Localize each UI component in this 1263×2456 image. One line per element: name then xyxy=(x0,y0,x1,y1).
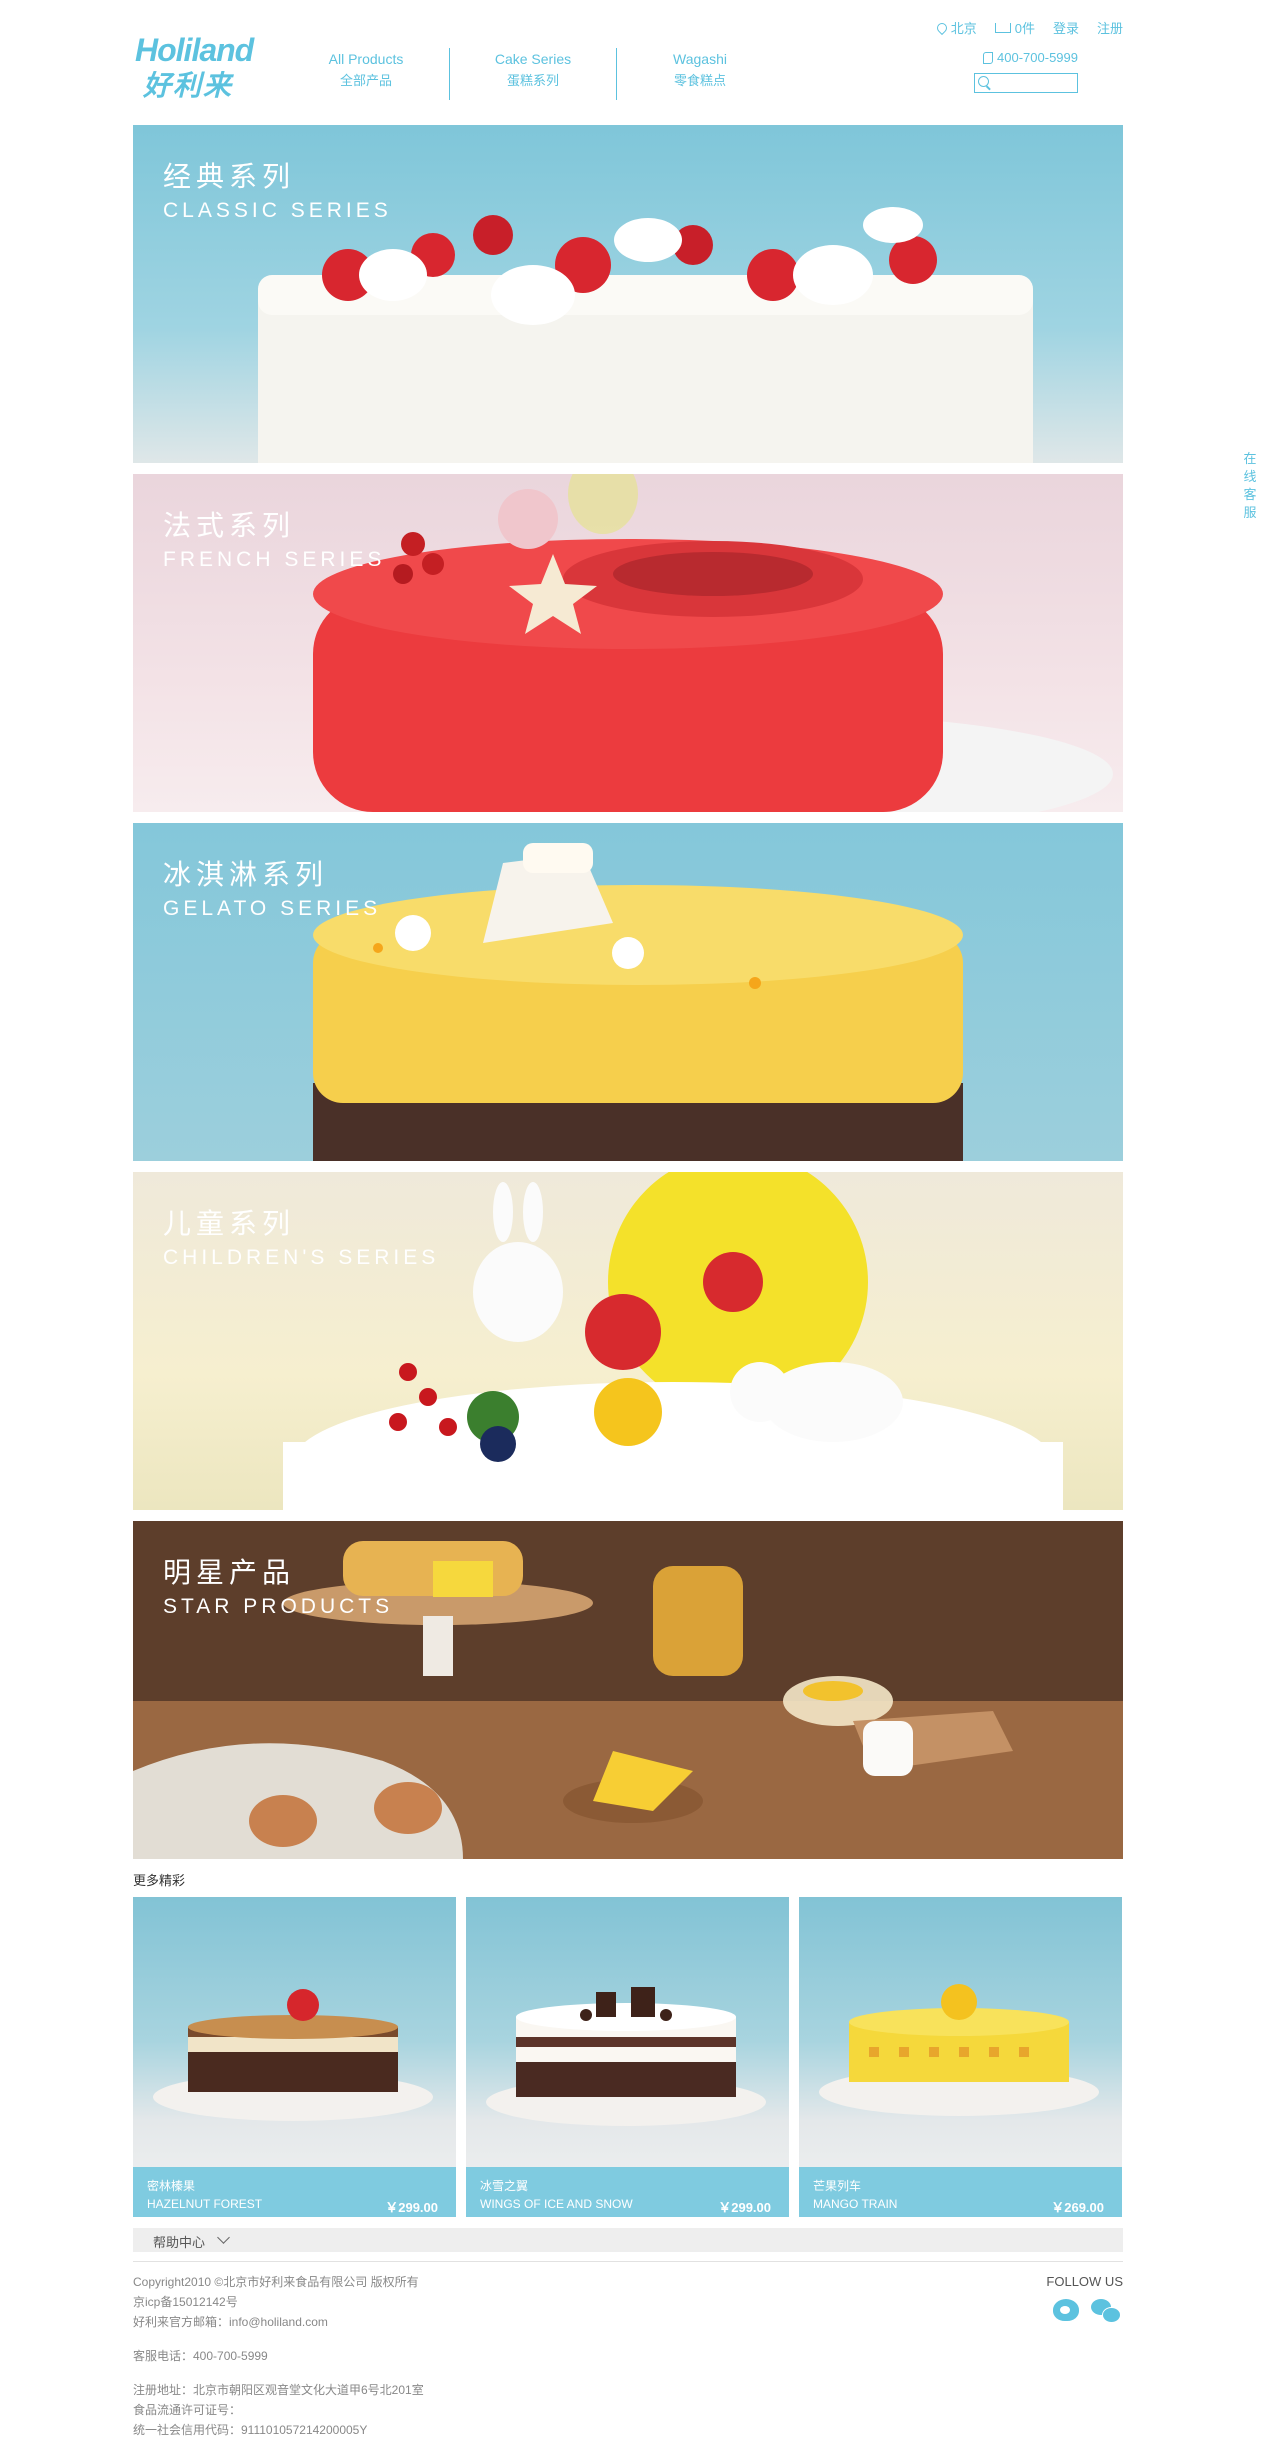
banner-childrens-series[interactable]: 儿童系列 CHILDREN'S SERIES xyxy=(133,1172,1123,1510)
nav-cake-series-en: Cake Series xyxy=(494,51,572,67)
city-selector[interactable]: 北京 xyxy=(934,18,977,37)
product-info: 芒果列车 MANGO TRAIN ￥269.00 xyxy=(799,2167,1122,2217)
cart-link[interactable]: 0件 xyxy=(994,18,1035,37)
product-price: ￥299.00 xyxy=(718,2200,771,2215)
nav-wagashi[interactable]: Wagashi 零食糕点 xyxy=(617,48,783,100)
banner-title-en: STAR PRODUCTS xyxy=(163,1595,394,1618)
cart-icon xyxy=(994,22,1011,33)
product-grid: 密林榛果 HAZELNUT FOREST ￥299.00 冰雪之翼 WINGS … xyxy=(133,1897,1123,2217)
banner-title-cn: 法式系列 xyxy=(163,510,296,541)
nav-cake-series-cn: 蛋糕系列 xyxy=(506,73,559,88)
product-name-cn: 芒果列车 xyxy=(813,2179,862,2193)
main-nav: All Products 全部产品 Cake Series 蛋糕系列 Wagas… xyxy=(283,48,783,100)
search-box xyxy=(974,73,1078,93)
nav-all-products-cn: 全部产品 xyxy=(339,73,392,88)
banner-title-cn: 明星产品 xyxy=(163,1557,296,1588)
banner-french-series[interactable]: 法式系列 FRENCH SERIES xyxy=(133,474,1123,812)
license-text: 食品流通许可证号： xyxy=(133,2403,242,2417)
mango-cake-image xyxy=(819,1984,1099,2116)
product-card[interactable]: 芒果列车 MANGO TRAIN ￥269.00 xyxy=(799,1897,1122,2217)
cart-count: 0件 xyxy=(1014,21,1035,36)
help-center-label: 帮助中心 xyxy=(153,2235,206,2250)
search-input[interactable] xyxy=(995,75,1077,93)
product-price: ￥299.00 xyxy=(385,2200,438,2215)
footer-divider xyxy=(133,2261,1123,2262)
nav-cake-series[interactable]: Cake Series 蛋糕系列 xyxy=(450,48,617,100)
chevron-down-icon xyxy=(217,2231,230,2244)
banner-star-products[interactable]: 明星产品 STAR PRODUCTS xyxy=(133,1521,1123,1859)
banner-title-en: GELATO SERIES xyxy=(163,897,382,920)
credit-code-text: 统一社会信用代码：911101057214200005Y xyxy=(133,2423,368,2437)
login-link[interactable]: 登录 xyxy=(1053,18,1079,37)
more-section-title: 更多精彩 xyxy=(133,1873,186,1888)
product-name-en: MANGO TRAIN xyxy=(813,2197,898,2211)
hazelnut-cake-image xyxy=(153,1989,433,2121)
holiland-logo[interactable]: Holiland 好利来 xyxy=(133,30,283,101)
nav-all-products-en: All Products xyxy=(328,51,404,67)
product-name-cn: 密林榛果 xyxy=(147,2179,196,2193)
product-card[interactable]: 密林榛果 HAZELNUT FOREST ￥299.00 xyxy=(133,1897,456,2217)
weibo-icon[interactable] xyxy=(1053,2299,1079,2321)
banner-title-cn: 儿童系列 xyxy=(163,1208,296,1239)
service-phone-text: 客服电话：400-700-5999 xyxy=(133,2349,268,2363)
copyright-text: Copyright2010 ©北京市好利来食品有限公司 版权所有 xyxy=(133,2275,419,2289)
hotline: 400-700-5999 xyxy=(983,50,1078,65)
product-price: ￥269.00 xyxy=(1051,2200,1104,2215)
product-name-cn: 冰雪之翼 xyxy=(480,2179,529,2193)
banner-title-en: CHILDREN'S SERIES xyxy=(163,1246,440,1269)
hotline-number: 400-700-5999 xyxy=(997,50,1078,65)
location-pin-icon xyxy=(934,20,949,35)
search-icon[interactable] xyxy=(978,76,989,87)
footer-info: Copyright2010 ©北京市好利来食品有限公司 版权所有 京icp备15… xyxy=(133,2272,424,2440)
product-name-en: HAZELNUT FOREST xyxy=(147,2197,263,2211)
city-label: 北京 xyxy=(950,21,977,36)
banner-title-cn: 冰淇淋系列 xyxy=(163,859,329,890)
online-service-tab[interactable]: 在线客服 xyxy=(1243,450,1257,522)
nav-wagashi-en: Wagashi xyxy=(673,51,727,67)
top-links: 北京 0件 登录 注册 xyxy=(934,18,1123,37)
phone-icon xyxy=(983,51,994,64)
follow-us-label: FOLLOW US xyxy=(1046,2274,1123,2289)
icp-text: 京icp备15012142号 xyxy=(133,2295,238,2309)
banner-title-cn: 经典系列 xyxy=(163,161,296,192)
banner-title-en: FRENCH SERIES xyxy=(163,548,386,571)
banner-gelato-series[interactable]: 冰淇淋系列 GELATO SERIES xyxy=(133,823,1123,1161)
product-info: 冰雪之翼 WINGS OF ICE AND SNOW ￥299.00 xyxy=(466,2167,789,2217)
product-card[interactable]: 冰雪之翼 WINGS OF ICE AND SNOW ￥299.00 xyxy=(466,1897,789,2217)
logo-chinese: 好利来 xyxy=(143,70,234,101)
product-name-en: WINGS OF ICE AND SNOW xyxy=(480,2197,633,2211)
help-center-toggle[interactable]: 帮助中心 xyxy=(133,2228,1123,2252)
banner-classic-series[interactable]: 经典系列 CLASSIC SERIES xyxy=(133,125,1123,463)
email-text: 好利来官方邮箱：info@holiland.com xyxy=(133,2315,328,2329)
banner-title-en: CLASSIC SERIES xyxy=(163,199,392,222)
social-links xyxy=(1053,2299,1121,2323)
product-info: 密林榛果 HAZELNUT FOREST ￥299.00 xyxy=(133,2167,456,2217)
nav-all-products[interactable]: All Products 全部产品 xyxy=(283,48,450,100)
ice-snow-cake-image xyxy=(486,1987,766,2126)
address-text: 注册地址：北京市朝阳区观音堂文化大道甲6号北201室 xyxy=(133,2383,424,2397)
wechat-icon[interactable] xyxy=(1091,2299,1121,2323)
register-link[interactable]: 注册 xyxy=(1097,18,1123,37)
nav-wagashi-cn: 零食糕点 xyxy=(673,73,726,88)
